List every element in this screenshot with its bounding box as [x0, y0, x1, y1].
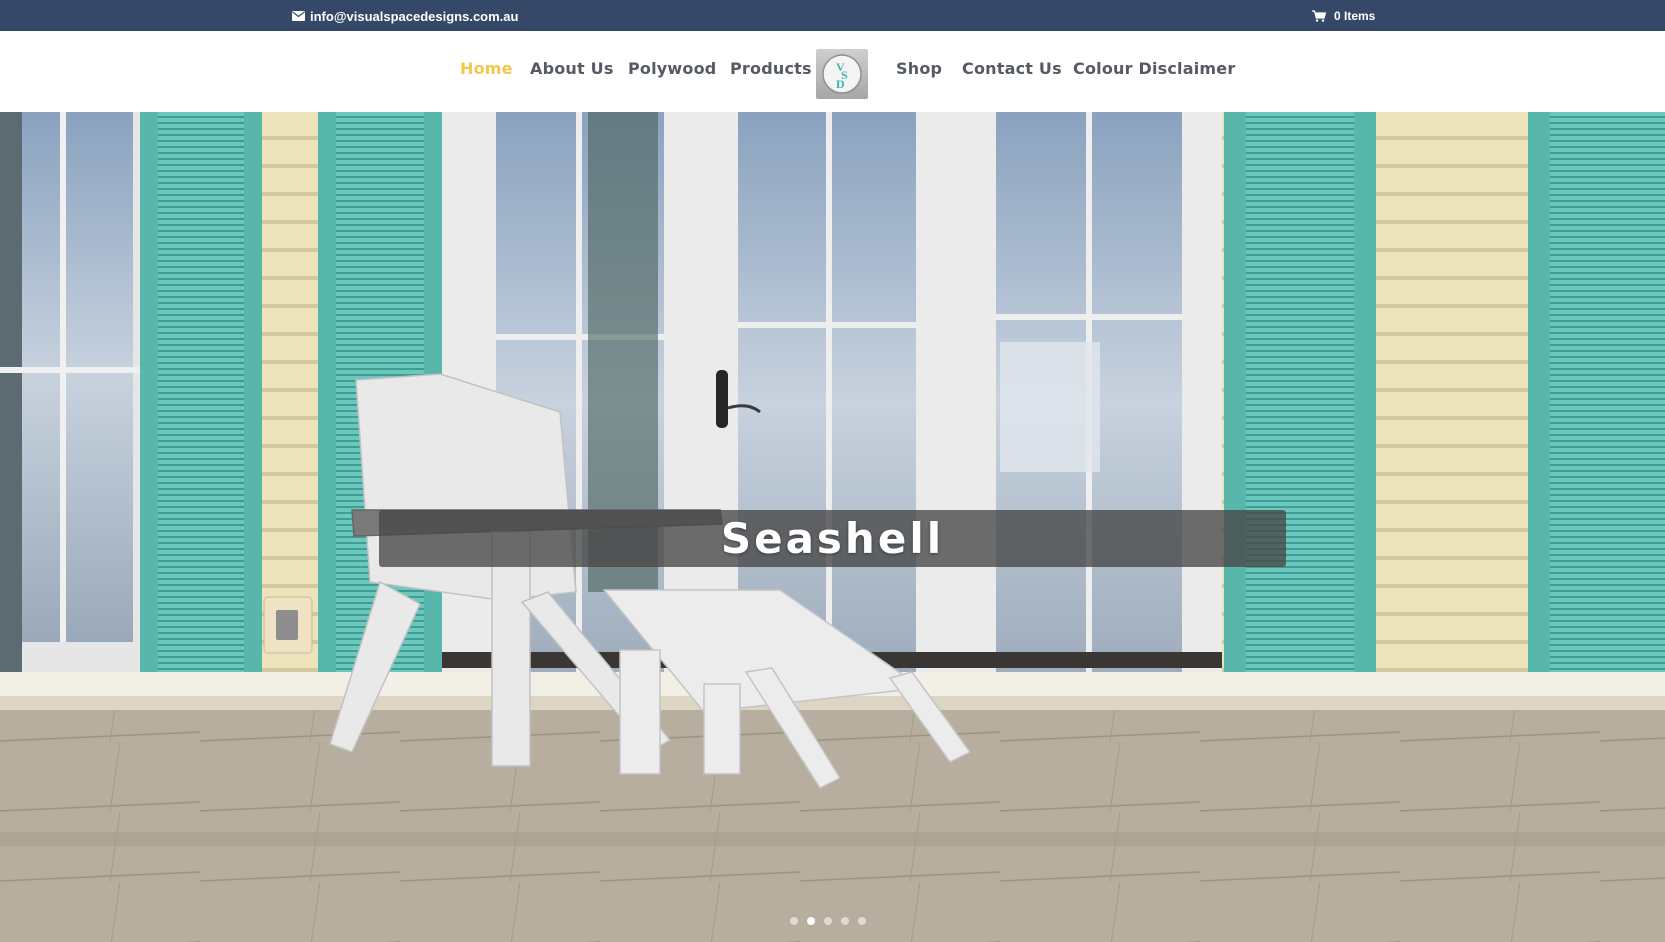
- envelope-icon: [292, 11, 305, 21]
- svg-text:D: D: [836, 77, 845, 91]
- slide-caption: Seashell: [379, 510, 1286, 567]
- main-navigation: Home About Us Polywood Products V S D Sh…: [0, 31, 1665, 112]
- slider-dot-5[interactable]: [858, 917, 866, 925]
- hero-slider[interactable]: Seashell: [0, 112, 1665, 942]
- nav-item-contact-us[interactable]: Contact Us: [962, 59, 1062, 85]
- cart-count: 0 Items: [1334, 9, 1376, 23]
- nav-item-shop[interactable]: Shop: [896, 59, 942, 85]
- email-link[interactable]: info@visualspacedesigns.com.au: [292, 7, 518, 25]
- nav-item-home[interactable]: Home: [460, 59, 513, 85]
- nav-item-colour-disclaimer[interactable]: Colour Disclaimer: [1073, 59, 1235, 85]
- slider-dot-4[interactable]: [841, 917, 849, 925]
- site-header: Home About Us Polywood Products V S D Sh…: [0, 31, 1665, 112]
- shopping-cart-icon: [1312, 10, 1326, 22]
- slide-title: Seashell: [720, 514, 945, 563]
- nav-item-about-us[interactable]: About Us: [530, 59, 614, 85]
- site-logo[interactable]: V S D: [816, 49, 868, 99]
- nav-item-polywood[interactable]: Polywood: [628, 59, 716, 85]
- cart-link[interactable]: 0 Items: [1312, 7, 1375, 25]
- slider-dot-2[interactable]: [807, 917, 815, 925]
- logo-mark: V S D: [822, 54, 862, 94]
- slider-pagination: [790, 917, 866, 925]
- top-info-bar: info@visualspacedesigns.com.au 0 Items: [0, 0, 1665, 31]
- slider-dot-1[interactable]: [790, 917, 798, 925]
- slider-dot-3[interactable]: [824, 917, 832, 925]
- email-text: info@visualspacedesigns.com.au: [310, 8, 519, 24]
- nav-item-products[interactable]: Products: [730, 59, 812, 85]
